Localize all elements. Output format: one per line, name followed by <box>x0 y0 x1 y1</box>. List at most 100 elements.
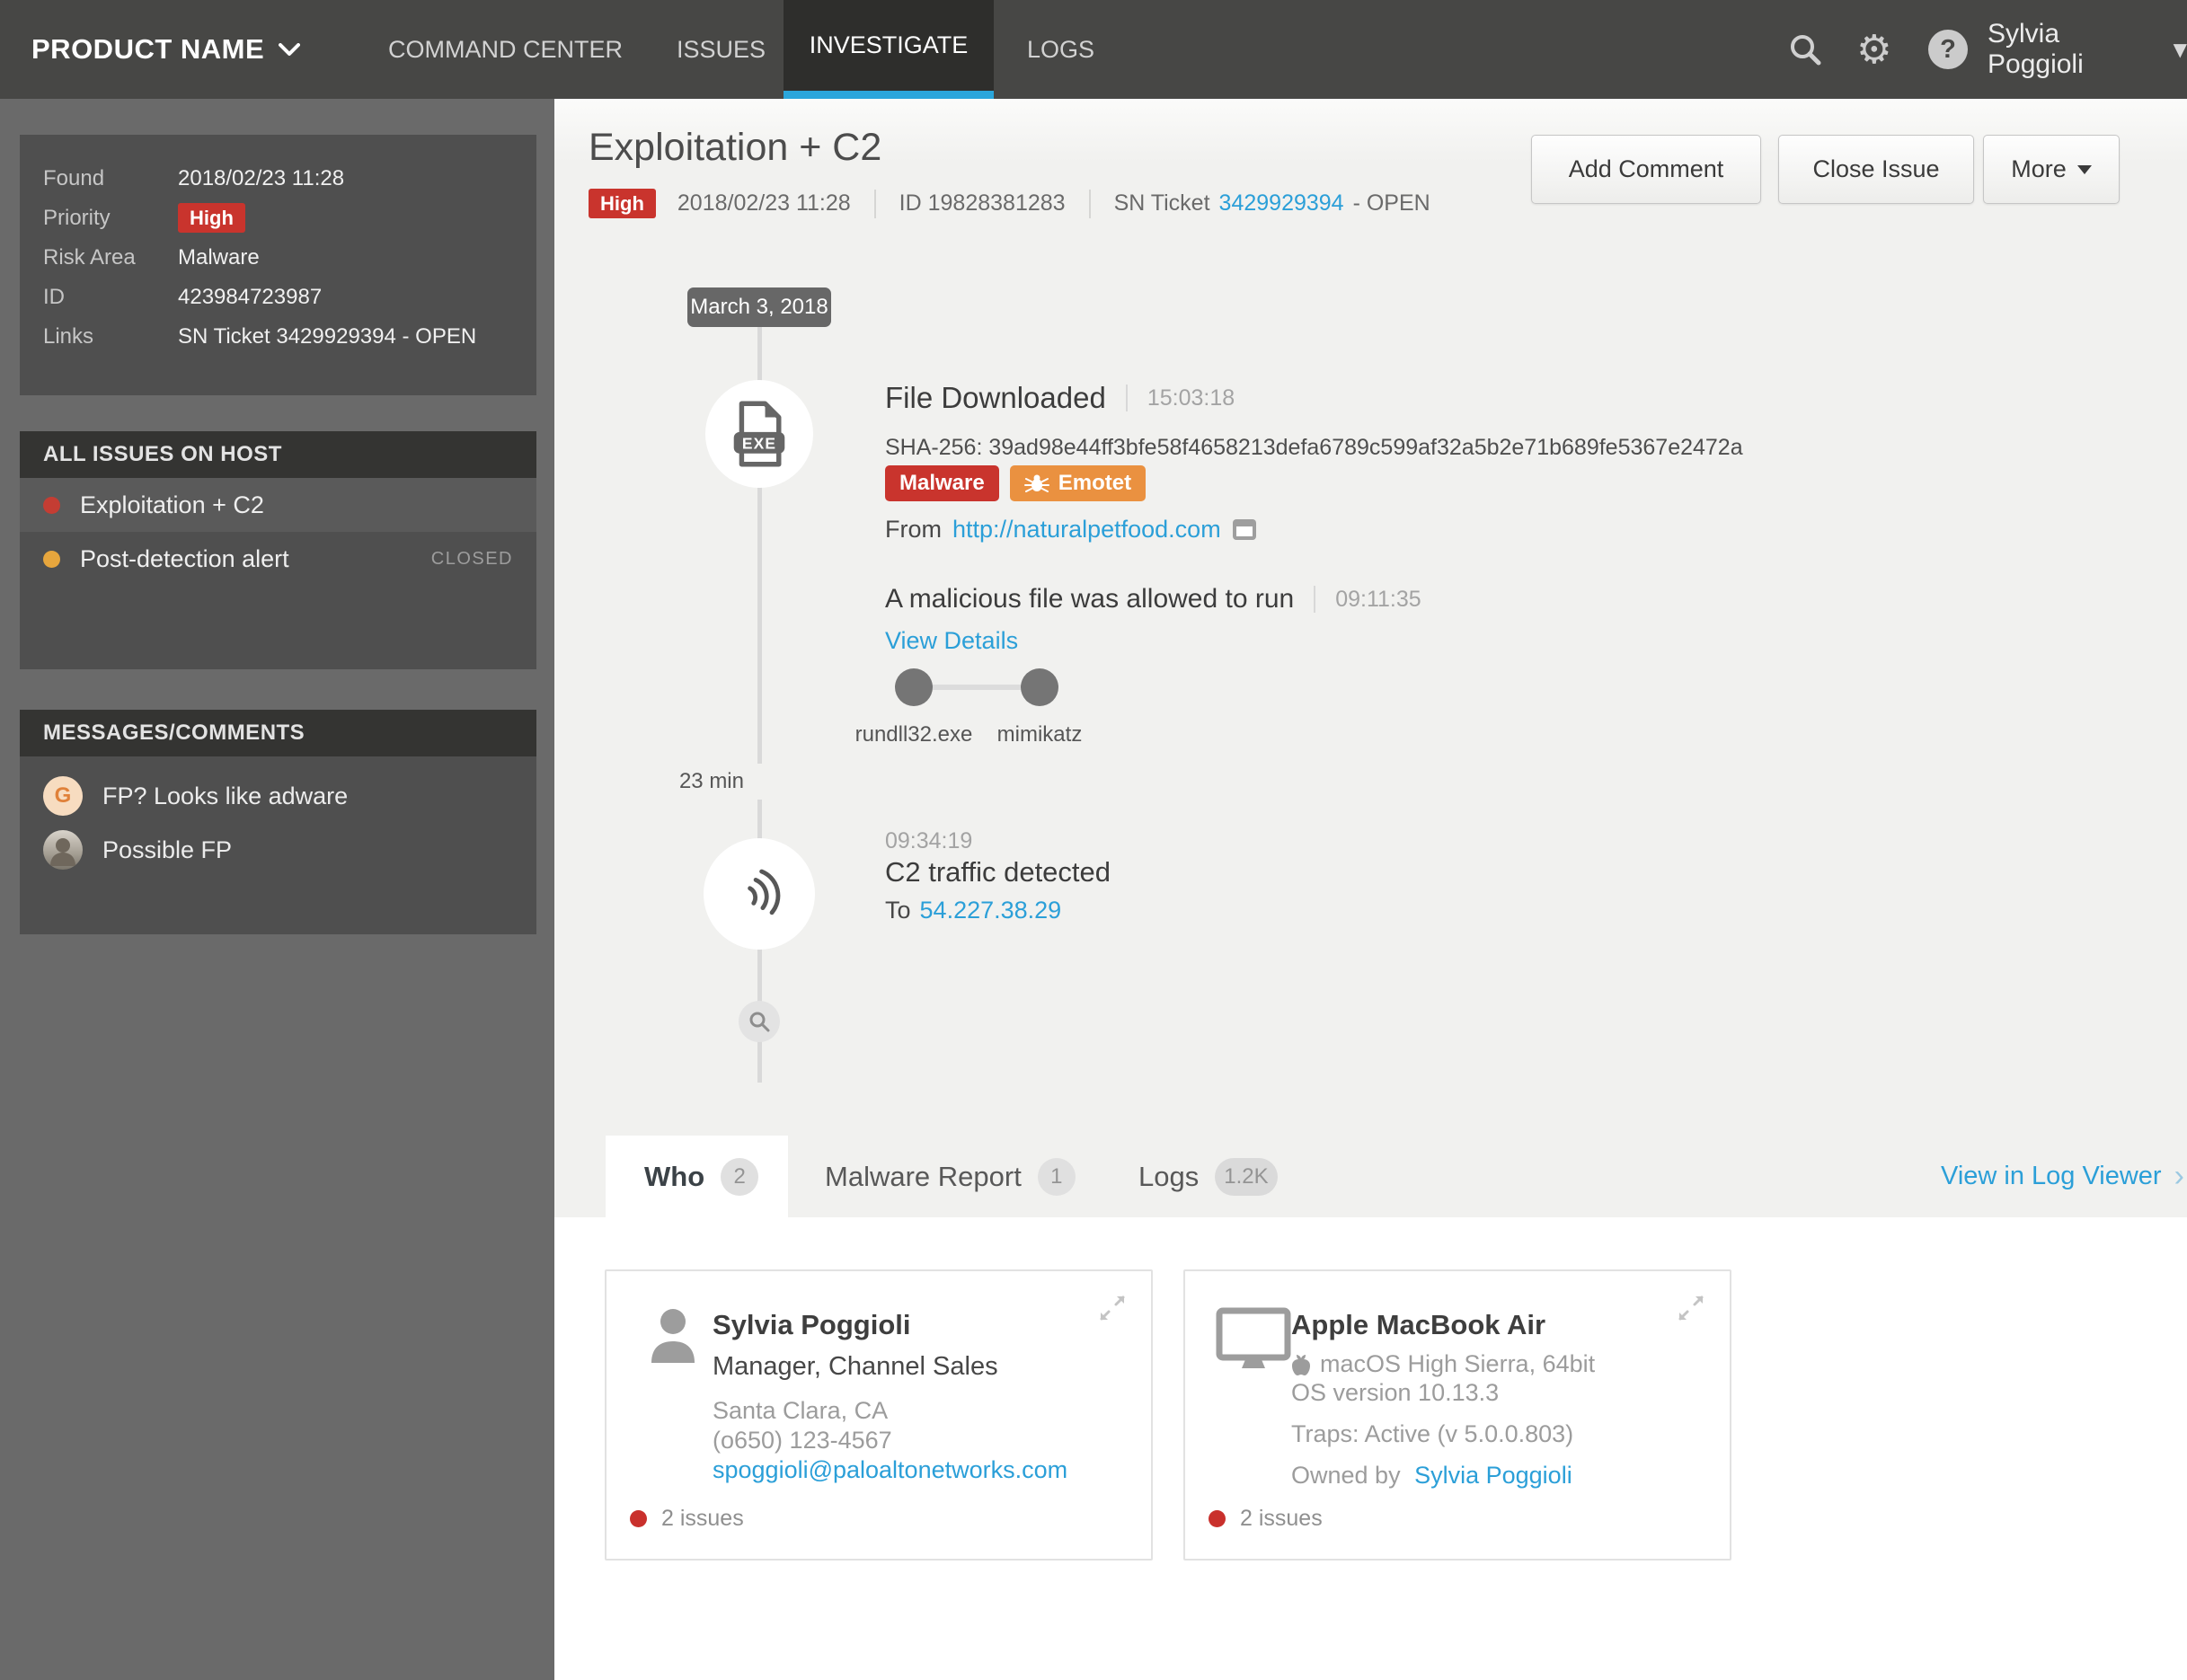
top-nav: PRODUCT NAME COMMAND CENTER ISSUES INVES… <box>0 0 2187 99</box>
c2-destination-row: To 54.227.38.29 <box>885 897 1061 924</box>
button-label: Close Issue <box>1812 155 1940 182</box>
comment-row[interactable]: G FP? Looks like adware <box>20 769 536 823</box>
badge-label: Emotet <box>1058 471 1132 495</box>
button-label: More <box>2011 155 2067 182</box>
monitor-icon <box>1216 1307 1291 1368</box>
detail-label: Links <box>43 324 94 349</box>
person-icon <box>50 838 75 866</box>
detail-value: Malware <box>178 245 260 270</box>
c2-ip-link[interactable]: 54.227.38.29 <box>920 897 1062 924</box>
detail-row-found: Found 2018/02/23 11:28 <box>43 164 513 193</box>
button-label: Add Comment <box>1568 155 1724 182</box>
malware-badge: Malware <box>885 465 999 501</box>
issue-label: Exploitation + C2 <box>80 491 264 518</box>
owner-link[interactable]: Sylvia Poggioli <box>1414 1462 1572 1489</box>
link-label: View in Log Viewer <box>1941 1162 2162 1190</box>
comment-row[interactable]: Possible FP <box>20 823 536 877</box>
issue-row-post-detection[interactable]: Post-detection alert CLOSED <box>20 532 536 586</box>
tab-logs[interactable]: Logs 1.2K <box>1138 1136 1278 1218</box>
timeline-date-badge: March 3, 2018 <box>687 287 831 327</box>
view-in-log-viewer-link[interactable]: View in Log Viewer › <box>1941 1159 2184 1193</box>
nav-item-investigate[interactable]: INVESTIGATE <box>784 0 994 99</box>
app-root: PRODUCT NAME COMMAND CENTER ISSUES INVES… <box>0 0 2187 1680</box>
card-device-os-version: OS version 10.13.3 <box>1291 1379 1500 1406</box>
red-dot-icon <box>43 496 60 514</box>
more-button[interactable]: More <box>1983 135 2120 204</box>
ticket-label: SN Ticket <box>1113 190 1210 216</box>
close-issue-button[interactable]: Close Issue <box>1778 135 1974 204</box>
divider <box>1314 586 1316 613</box>
event-time: 09:34:19 <box>885 828 973 853</box>
priority-badge: High <box>589 189 656 218</box>
search-icon[interactable] <box>1786 0 1824 99</box>
issue-count-label: 2 issues <box>1240 1506 1323 1531</box>
nav-item-logs[interactable]: LOGS <box>1027 0 1094 99</box>
help-icon[interactable]: ? <box>1928 0 1968 99</box>
process-label: mimikatz <box>996 722 1083 747</box>
tab-label: Logs <box>1138 1161 1200 1192</box>
from-label: From <box>885 516 942 543</box>
nav-item-command-center[interactable]: COMMAND CENTER <box>388 0 623 99</box>
detail-value-link[interactable]: SN Ticket 3429929394 - OPEN <box>178 322 476 351</box>
issue-count-label: 2 issues <box>661 1506 744 1531</box>
detail-label: Risk Area <box>43 245 136 270</box>
event-badges: Malware Emotet <box>885 465 1147 501</box>
messages-panel: MESSAGES/COMMENTS G FP? Looks like adwar… <box>20 710 536 934</box>
exe-file-icon: EXE <box>733 401 785 467</box>
card-issue-count: 2 issues <box>630 1506 744 1532</box>
event-time: 09:11:35 <box>1335 586 1421 612</box>
tab-count-badge: 1.2K <box>1215 1158 1278 1196</box>
tab-malware-report[interactable]: Malware Report 1 <box>825 1136 1076 1218</box>
detail-label: Priority <box>43 206 111 230</box>
tab-who[interactable]: Who 2 <box>644 1136 759 1218</box>
chevron-right-icon: › <box>2174 1159 2184 1193</box>
view-details-link[interactable]: View Details <box>885 627 1018 655</box>
chevron-down-icon <box>279 42 301 56</box>
avatar: G <box>43 776 83 816</box>
add-comment-button[interactable]: Add Comment <box>1531 135 1761 204</box>
timeline-gap-label: 23 min <box>678 769 744 793</box>
nav-item-issues[interactable]: ISSUES <box>677 0 766 99</box>
issue-row-exploitation-c2[interactable]: Exploitation + C2 <box>20 478 536 532</box>
detail-row-links: Links SN Ticket 3429929394 - OPEN <box>43 322 513 351</box>
detail-value: 2018/02/23 11:28 <box>178 166 345 190</box>
chevron-down-icon <box>2076 164 2092 174</box>
signal-icon <box>748 869 781 915</box>
page-title: Exploitation + C2 <box>589 126 882 169</box>
user-menu[interactable]: Sylvia Poggioli ▼ <box>1988 0 2187 99</box>
product-menu[interactable]: PRODUCT NAME <box>31 0 301 99</box>
gear-icon[interactable]: ⚙ <box>1856 0 1891 99</box>
source-url-link[interactable]: http://naturalpetfood.com <box>952 516 1221 544</box>
process-node-rundll32[interactable] <box>895 668 933 706</box>
issue-id: ID 19828381283 <box>899 190 1066 216</box>
emotet-badge: Emotet <box>1009 465 1147 501</box>
expand-icon[interactable] <box>1676 1293 1706 1328</box>
issue-status: CLOSED <box>430 548 513 569</box>
divider <box>873 189 876 218</box>
card-device-traps: Traps: Active (v 5.0.0.803) <box>1291 1420 1574 1447</box>
open-link-icon[interactable] <box>1232 518 1257 541</box>
person-icon <box>651 1309 695 1363</box>
ticket-link[interactable]: 3429929394 <box>1219 190 1344 217</box>
detail-label: ID <box>43 285 65 309</box>
issue-date: 2018/02/23 11:28 <box>677 190 851 216</box>
to-label: To <box>885 897 911 924</box>
bug-icon <box>1023 474 1049 492</box>
event-title: A malicious file was allowed to run <box>885 584 1295 614</box>
card-issue-count: 2 issues <box>1209 1506 1323 1532</box>
owned-by-label: Owned by <box>1291 1462 1401 1489</box>
c2-traffic-event-marker <box>704 838 815 950</box>
process-node-mimikatz[interactable] <box>1021 668 1058 706</box>
detail-row-risk-area: Risk Area Malware <box>43 243 513 272</box>
svg-text:EXE: EXE <box>742 434 776 452</box>
event-malicious-file: A malicious file was allowed to run 09:1… <box>885 584 1421 615</box>
comment-text: FP? Looks like adware <box>102 782 349 809</box>
card-user-email-link[interactable]: spoggioli@paloaltonetworks.com <box>713 1456 1067 1484</box>
expand-icon[interactable] <box>1097 1293 1128 1328</box>
all-issues-panel: ALL ISSUES ON HOST Exploitation + C2 Pos… <box>20 431 536 669</box>
issue-details-panel: Found 2018/02/23 11:28 Priority High Ris… <box>20 135 536 395</box>
tab-count-badge: 1 <box>1037 1158 1076 1196</box>
timeline-zoom-button[interactable] <box>739 1001 780 1042</box>
card-user-name: Sylvia Poggioli <box>713 1309 911 1340</box>
event-time: 15:03:18 <box>1147 385 1235 411</box>
